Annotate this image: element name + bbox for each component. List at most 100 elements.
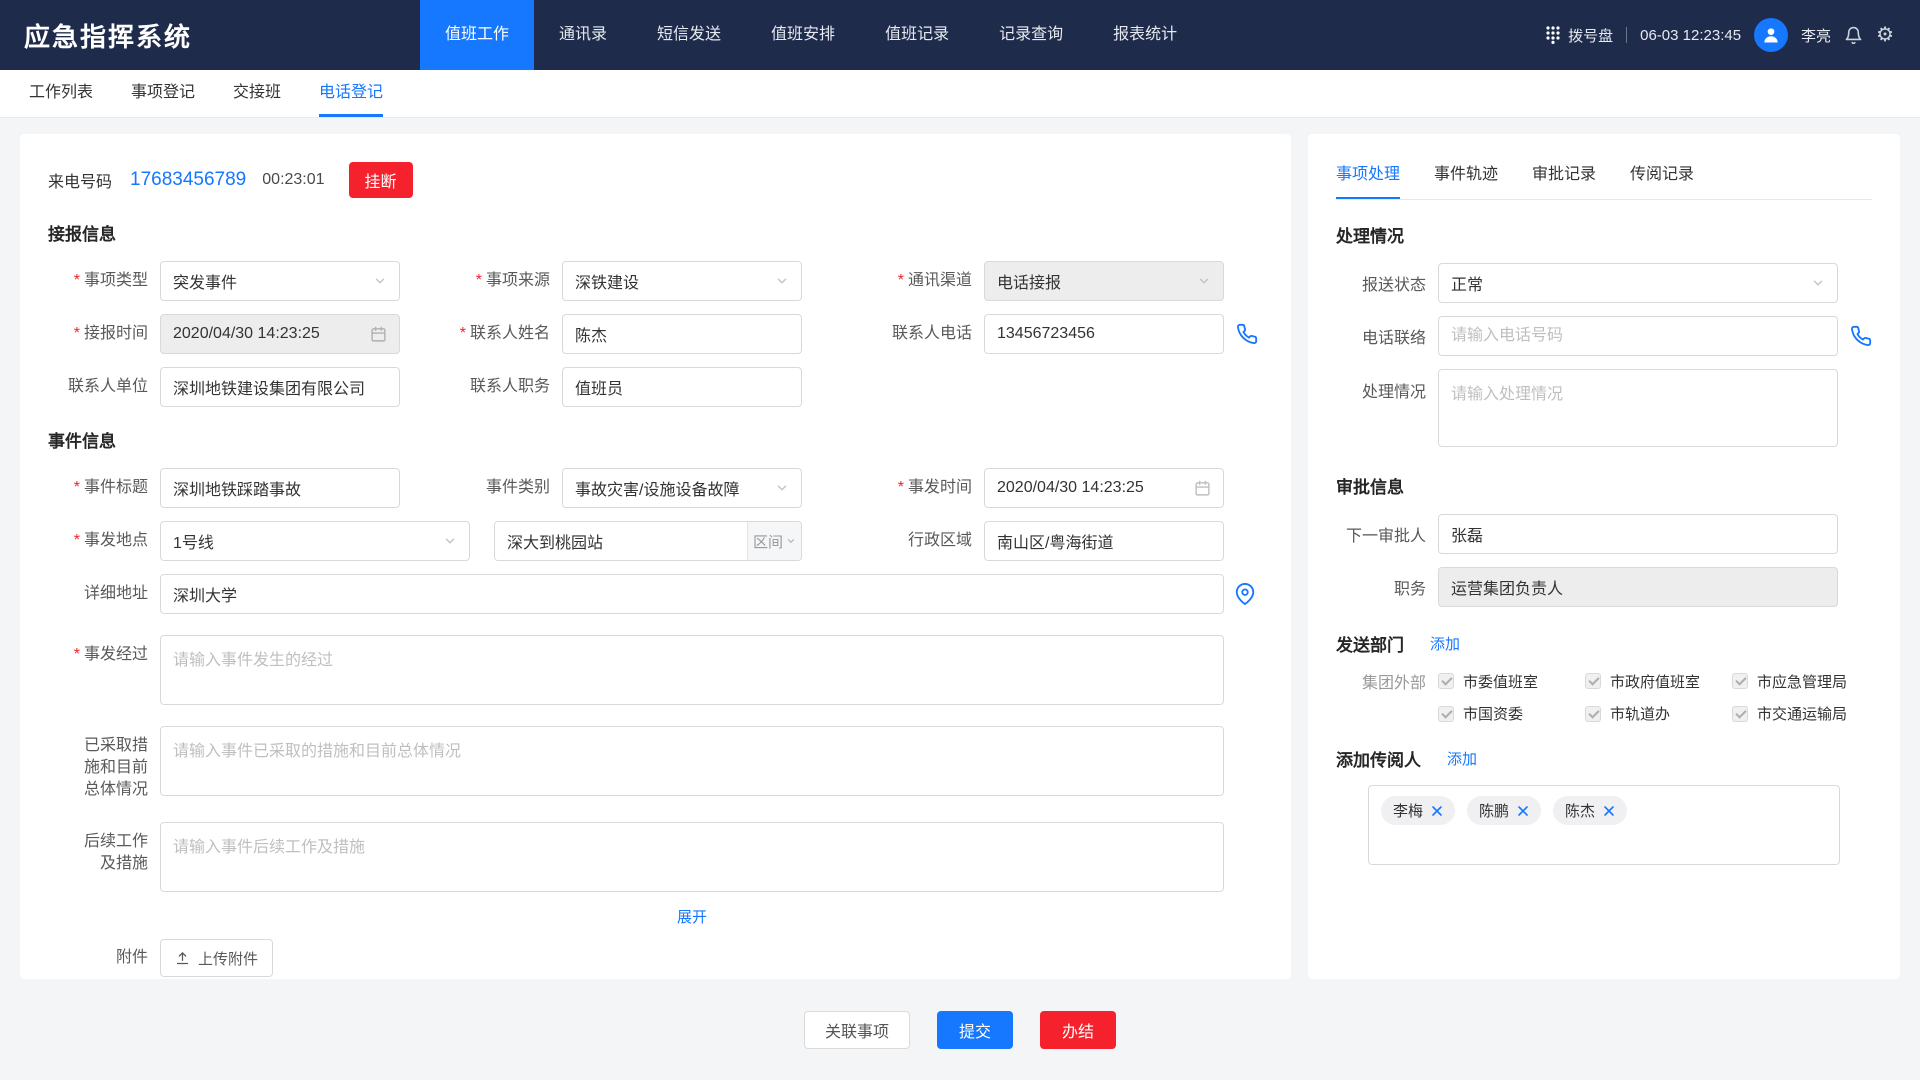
submit-button[interactable]: 提交 [937, 1011, 1013, 1049]
finish-button[interactable]: 办结 [1040, 1011, 1116, 1049]
report-status-select[interactable]: 正常 [1438, 263, 1838, 303]
event-category-label: 事件类别 [400, 477, 550, 499]
region-label: 行政区域 [802, 530, 972, 552]
tab-circulation-records[interactable]: 传阅记录 [1630, 160, 1694, 199]
next-approver-label: 下一审批人 [1336, 522, 1426, 546]
report-status-label: 报送状态 [1336, 271, 1426, 295]
course-textarea[interactable] [160, 635, 1224, 705]
panel-tabs: 事项处理 事件轨迹 审批记录 传阅记录 [1336, 160, 1872, 200]
datetime: 06-03 12:23:45 [1640, 27, 1741, 44]
section-title-send-dept: 发送部门 [1336, 631, 1404, 656]
section-select[interactable]: 区间 [747, 522, 801, 560]
gear-icon[interactable]: ⚙ [1876, 25, 1894, 45]
group-external-label: 集团外部 [1336, 669, 1426, 693]
followup-textarea[interactable] [160, 822, 1224, 892]
chevron-down-icon [1811, 276, 1825, 290]
contact-unit-input[interactable] [160, 367, 400, 407]
phone-register-form: 来电号码 17683456789 00:23:01 挂断 接报信息 事项类型 突… [20, 134, 1291, 979]
caller-row: 来电号码 17683456789 00:23:01 挂断 [48, 160, 1263, 200]
tab-item-process[interactable]: 事项处理 [1336, 160, 1400, 199]
item-type-select[interactable]: 突发事件 [160, 261, 400, 301]
dial-button[interactable] [1850, 325, 1872, 347]
add-reviewer-link[interactable]: 添加 [1447, 748, 1477, 769]
map-locate-button[interactable] [1234, 583, 1256, 605]
contact-title-input[interactable] [562, 367, 802, 407]
dept-checkbox: 市国资委 [1438, 703, 1585, 724]
chevron-down-icon [786, 536, 796, 546]
tab-phone-register[interactable]: 电话登记 [319, 70, 383, 117]
event-time-value: 2020/04/30 14:23:25 [997, 479, 1144, 497]
nav-item-sms[interactable]: 短信发送 [632, 0, 746, 70]
next-approver-input[interactable] [1438, 514, 1838, 554]
location-pin-icon [1234, 583, 1256, 605]
footer-actions: 关联事项 提交 办结 [0, 1011, 1920, 1049]
region-input[interactable] [984, 521, 1224, 561]
tab-item-register[interactable]: 事项登记 [131, 70, 195, 117]
dept-row: 集团外部 市委值班室 市政府值班室 市应急管理局 [1336, 669, 1872, 693]
upload-attachment-button[interactable]: 上传附件 [160, 939, 273, 977]
close-icon[interactable] [1517, 805, 1529, 817]
form-row: 事件标题 事件类别 事故灾害/设施设备故障 事发时间 2020/04/30 14… [48, 468, 1263, 508]
nav-item-duty-schedule[interactable]: 值班安排 [746, 0, 860, 70]
main-content: 来电号码 17683456789 00:23:01 挂断 接报信息 事项类型 突… [0, 118, 1920, 979]
section-label: 区间 [753, 531, 783, 552]
close-icon[interactable] [1603, 805, 1615, 817]
dept-checkbox: 市应急管理局 [1732, 671, 1879, 692]
nav-item-duty-work[interactable]: 值班工作 [420, 0, 534, 70]
tab-work-list[interactable]: 工作列表 [29, 70, 93, 117]
tab-event-track[interactable]: 事件轨迹 [1434, 160, 1498, 199]
attachment-label: 附件 [48, 947, 148, 969]
relate-item-button[interactable]: 关联事项 [804, 1011, 910, 1049]
nav-item-report-stats[interactable]: 报表统计 [1088, 0, 1202, 70]
event-time-field[interactable]: 2020/04/30 14:23:25 [984, 468, 1224, 508]
contact-phone-input[interactable] [984, 314, 1224, 354]
phone-contact-input[interactable] [1438, 316, 1838, 356]
user-avatar[interactable] [1754, 18, 1788, 52]
station-input[interactable] [495, 522, 747, 560]
event-category-select[interactable]: 事故灾害/设施设备故障 [562, 468, 802, 508]
event-title-input[interactable] [160, 468, 400, 508]
hangup-button[interactable]: 挂断 [349, 162, 413, 198]
contact-name-input[interactable] [562, 314, 802, 354]
item-source-select[interactable]: 深铁建设 [562, 261, 802, 301]
checkbox-checked-icon [1732, 673, 1748, 689]
position-field: 运营集团负责人 [1438, 567, 1838, 607]
call-contact-button[interactable] [1236, 323, 1258, 345]
nav-item-record-query[interactable]: 记录查询 [974, 0, 1088, 70]
address-label: 详细地址 [48, 583, 148, 605]
tab-approval-records[interactable]: 审批记录 [1532, 160, 1596, 199]
item-type-label: 事项类型 [48, 270, 148, 292]
form-row: 事发地点 1号线 区间 行政区域 [48, 521, 1263, 561]
position-value: 运营集团负责人 [1451, 575, 1563, 599]
call-duration: 00:23:01 [262, 171, 324, 189]
nav-item-contacts[interactable]: 通讯录 [534, 0, 632, 70]
measures-textarea[interactable] [160, 726, 1224, 796]
item-source-value: 深铁建设 [575, 269, 639, 293]
topbar: 应急指挥系统 值班工作 通讯录 短信发送 值班安排 值班记录 记录查询 报表统计… [0, 0, 1920, 70]
report-time-value: 2020/04/30 14:23:25 [173, 325, 320, 343]
form-row: 联系人单位 联系人职务 [48, 367, 1263, 407]
close-icon[interactable] [1431, 805, 1443, 817]
nav-item-duty-records[interactable]: 值班记录 [860, 0, 974, 70]
reviewer-tag: 陈杰 [1553, 796, 1627, 825]
expand-link[interactable]: 展开 [677, 906, 707, 927]
report-status-value: 正常 [1451, 271, 1483, 295]
tab-shift-handover[interactable]: 交接班 [233, 70, 281, 117]
add-department-link[interactable]: 添加 [1430, 633, 1460, 654]
form-row: 后续工作及措施 [48, 822, 1263, 892]
line-select[interactable]: 1号线 [160, 521, 470, 561]
dialpad-button[interactable]: 拨号盘 [1546, 25, 1613, 46]
phone-icon [1850, 325, 1872, 347]
position-label: 职务 [1336, 575, 1426, 599]
handling-textarea[interactable] [1438, 369, 1838, 447]
chevron-down-icon [775, 274, 789, 288]
chevron-down-icon [443, 534, 457, 548]
upload-icon [175, 951, 190, 966]
form-row: 处理情况 [1336, 369, 1872, 447]
bell-icon[interactable] [1844, 26, 1863, 45]
username[interactable]: 李亮 [1801, 25, 1831, 46]
main-nav: 值班工作 通讯录 短信发送 值班安排 值班记录 记录查询 报表统计 [420, 0, 1202, 70]
phone-contact-label: 电话联络 [1336, 324, 1426, 348]
address-input[interactable] [160, 574, 1224, 614]
contact-name-label: 联系人姓名 [400, 323, 550, 345]
